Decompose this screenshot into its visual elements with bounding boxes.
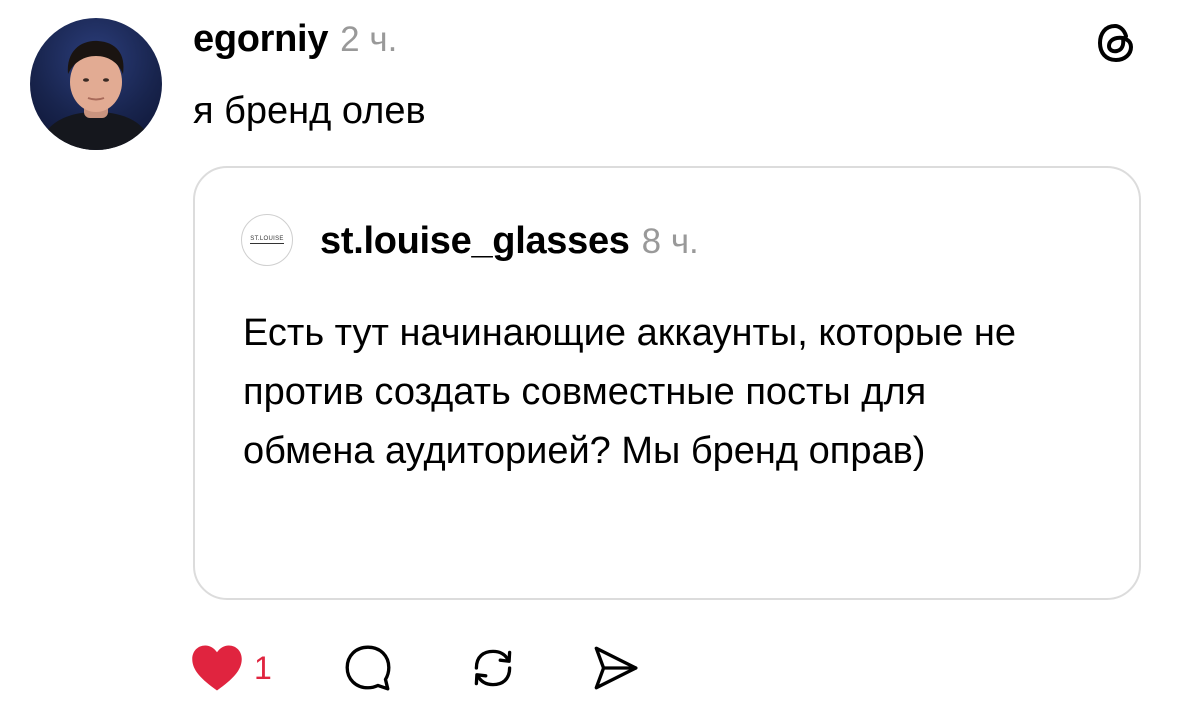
author-username[interactable]: egorniy bbox=[193, 18, 328, 61]
like-button[interactable]: 1 bbox=[190, 643, 272, 693]
comment-icon bbox=[345, 645, 391, 691]
send-icon bbox=[594, 646, 638, 690]
post-body: я бренд олев bbox=[193, 90, 426, 132]
comment-button[interactable] bbox=[342, 642, 394, 694]
like-count: 1 bbox=[254, 649, 272, 686]
post-timestamp: 2 ч. bbox=[340, 20, 398, 59]
threads-logo-icon bbox=[1093, 20, 1139, 66]
quoted-post-body: Есть тут начинающие аккаунты, которые не… bbox=[243, 312, 1017, 472]
repost-button[interactable] bbox=[466, 641, 520, 695]
quoted-avatar-text: ST.LOUISE bbox=[250, 236, 284, 244]
quoted-post-header: st.louise_glasses 8 ч. bbox=[320, 220, 699, 263]
action-bar: 1 bbox=[190, 640, 642, 696]
avatar-image bbox=[38, 40, 154, 150]
quoted-post-card[interactable]: ST.LOUISE st.louise_glasses 8 ч. Есть ту… bbox=[193, 166, 1141, 600]
quoted-author-avatar[interactable]: ST.LOUISE bbox=[241, 214, 293, 266]
quoted-author-username[interactable]: st.louise_glasses bbox=[320, 220, 630, 263]
heart-icon bbox=[192, 645, 242, 691]
share-button[interactable] bbox=[588, 641, 642, 695]
thread-post: egorniy 2 ч. я бренд олев ST.LOUISE st.l… bbox=[0, 0, 1179, 708]
post-header: egorniy 2 ч. bbox=[193, 18, 397, 61]
author-avatar[interactable] bbox=[30, 18, 162, 150]
quoted-post-timestamp: 8 ч. bbox=[641, 222, 699, 261]
repost-icon bbox=[474, 649, 512, 687]
